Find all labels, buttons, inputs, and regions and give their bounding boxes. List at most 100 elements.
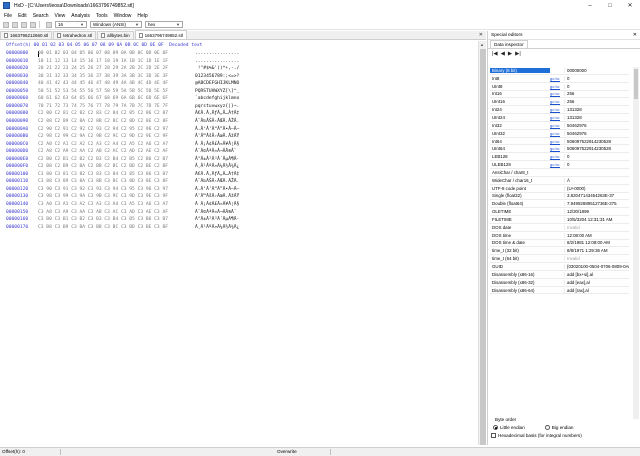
hex-row[interactable]: 00000090 C2 88 C2 89 C2 8A C2 8B C2 8C C2… xyxy=(6,119,239,126)
offset-base-select[interactable]: hex ▼ xyxy=(145,21,183,28)
row-bytes[interactable]: C2 A0 C2 A1 C2 A2 C2 A3 C2 A4 C2 A5 C2 A… xyxy=(38,142,195,149)
row-bytes[interactable]: C2 80 C2 81 C2 82 C2 83 C2 84 C2 85 C2 8… xyxy=(38,111,195,118)
row-bytes[interactable]: C2 90 C2 91 C2 92 C2 93 C2 94 C2 95 C2 9… xyxy=(38,127,195,134)
row-bytes[interactable]: C3 B8 C3 B9 C3 BA C3 BB C3 BC C3 BD C3 B… xyxy=(38,225,195,232)
hex-row[interactable]: 00000130 C3 98 C3 99 C3 9A C3 9B C3 9C C3… xyxy=(6,194,239,201)
hex-row[interactable]: 00000000 00 01 02 03 04 05 06 07 08 09 0A… xyxy=(6,51,239,58)
inspector-value[interactable]: 12:08:00 AM xyxy=(564,232,629,238)
row-decoded-text[interactable]: PQRSTUVWXYZ[\]^_ xyxy=(195,89,239,96)
row-bytes[interactable]: 60 61 62 63 64 65 66 67 68 69 6A 6B 6C 6… xyxy=(38,96,195,103)
tab-document[interactable]: allbytes.bin xyxy=(97,31,134,39)
last-icon[interactable]: ▶| xyxy=(515,51,521,57)
inspector-row[interactable]: Double (float64) 7.94992889512736E-275 xyxy=(490,200,629,209)
row-bytes[interactable]: C2 98 C2 99 C2 9A C2 9B C2 9C C2 9D C2 9… xyxy=(38,134,195,141)
inspector-row[interactable]: GUID {03020100-0504-0706-0809-0A0B0C0D0E0… xyxy=(490,263,629,271)
inspector-row[interactable]: UInt32 go to: 50462976 xyxy=(490,130,629,138)
goto-link[interactable]: go to: xyxy=(550,154,564,159)
row-bytes[interactable]: C3 98 C3 99 C3 9A C3 9B C3 9C C3 9D C3 9… xyxy=(38,194,195,201)
inspector-row[interactable]: UTF-8 code point (U+0000) xyxy=(490,185,629,193)
hex-row[interactable]: 00000030 30 31 32 33 34 35 36 37 38 39 3A… xyxy=(6,74,239,81)
hex-row[interactable]: 000000F0 C2 B8 C2 B9 C2 BA C2 BB C2 BC C2… xyxy=(6,164,239,171)
row-decoded-text[interactable]: Â¸Â¹ÂºÂ»Â¼Â½Â¾Â¿ xyxy=(195,164,239,171)
inspector-value[interactable]: Invalid xyxy=(564,256,629,262)
inspector-scrollbar[interactable] xyxy=(633,67,639,419)
row-bytes[interactable]: C3 A0 C3 A1 C3 A2 C3 A3 C3 A4 C3 A5 C3 A… xyxy=(38,202,195,209)
hex-row[interactable]: 000000B0 C2 98 C2 99 C2 9A C2 9B C2 9C C2… xyxy=(6,134,239,141)
row-decoded-text[interactable]: Ã Ã¡Ã¢Ã£Ã¤Ã¥Ã¦Ã§ xyxy=(195,202,239,209)
close-button[interactable]: ✕ xyxy=(620,0,640,11)
maximize-button[interactable]: □ xyxy=(600,0,620,11)
inspector-value[interactable]: 50462976 xyxy=(564,122,629,128)
goto-link[interactable]: go to: xyxy=(550,131,564,136)
inspector-value[interactable]: 506097522914230528 xyxy=(564,146,629,152)
menu-tools[interactable]: Tools xyxy=(93,13,111,19)
open-file-icon[interactable] xyxy=(12,21,18,28)
menu-analysis[interactable]: Analysis xyxy=(68,13,93,19)
row-decoded-text[interactable]: pqrstuvwxyz{|}~. xyxy=(195,104,239,111)
menu-edit[interactable]: Edit xyxy=(15,13,30,19)
tab-data-inspector[interactable]: Data inspector xyxy=(490,40,528,48)
inspector-row[interactable]: Disassembly (x86-16) add [bx+si],al xyxy=(490,271,629,279)
row-decoded-text[interactable]: ................ xyxy=(195,51,239,58)
hex-row[interactable]: 00000140 C3 A0 C3 A1 C3 A2 C3 A3 C3 A4 C3… xyxy=(6,202,239,209)
row-bytes[interactable]: 70 71 72 73 74 75 76 77 78 79 7A 7B 7C 7… xyxy=(38,104,195,111)
row-bytes[interactable]: 00 01 02 03 04 05 06 07 08 09 0A 0B 0C 0… xyxy=(38,51,195,58)
row-decoded-text[interactable]: Â Â¡Â¢Â£Â¤Â¥Â¦Â§ xyxy=(195,142,239,149)
inspector-value[interactable]: 00000000 xyxy=(564,67,629,73)
close-icon[interactable]: ✕ xyxy=(633,32,637,38)
inspector-value[interactable]: 7.94992889512736E-275 xyxy=(564,201,629,207)
goto-link[interactable]: go to: xyxy=(550,84,564,89)
first-icon[interactable]: |◀ xyxy=(492,51,498,57)
row-decoded-text[interactable]: Â.Â‘Â’Â“Â”Â•Â–Â— xyxy=(195,127,239,134)
menu-view[interactable]: View xyxy=(52,13,69,19)
hex-row[interactable]: 00000040 40 41 42 43 44 45 46 47 48 49 4A… xyxy=(6,81,239,88)
hex-row[interactable]: 000000A0 C2 90 C2 91 C2 92 C2 93 C2 94 C2… xyxy=(6,127,239,134)
row-decoded-text[interactable]: ................ xyxy=(195,59,239,66)
inspector-value[interactable]: Invalid xyxy=(564,224,629,230)
hex-row[interactable]: 00000150 C3 A8 C3 A9 C3 AA C3 AB C3 AC C3… xyxy=(6,210,237,217)
row-bytes[interactable]: 40 41 42 43 44 45 46 47 48 49 4A 4B 4C 4… xyxy=(38,81,195,88)
inspector-row[interactable]: Disassembly (x86-64) add [rax],al xyxy=(490,287,629,295)
inspector-value[interactable]: add [bx+si],al xyxy=(564,271,629,277)
goto-link[interactable]: go to: xyxy=(550,139,564,144)
inspector-value[interactable]: add [eax],al xyxy=(564,279,629,285)
hex-row[interactable]: 00000060 60 61 62 63 64 65 66 67 68 69 6A… xyxy=(6,96,239,103)
row-bytes[interactable]: 50 51 52 53 54 55 56 57 58 59 5A 5B 5C 5… xyxy=(38,89,195,96)
row-bytes[interactable]: 10 11 12 13 14 15 16 17 18 19 1A 1B 1C 1… xyxy=(38,59,195,66)
hex-row[interactable]: 00000170 C3 B8 C3 B9 C3 BA C3 BB C3 BC C3… xyxy=(6,225,239,232)
inspector-row[interactable]: time_t (32 bit) 8/8/1971 1:29:36 AM xyxy=(490,247,629,256)
inspector-row[interactable]: ULEB128 go to: 0 xyxy=(490,161,629,169)
inspector-value[interactable]: 8/2/1981 12:08:00 AM xyxy=(564,240,629,246)
charset-select[interactable]: Windows (ANSI) ▼ xyxy=(90,21,142,28)
hex-row[interactable]: 000000E0 C2 B0 C2 B1 C2 B2 C2 B3 C2 B4 C2… xyxy=(6,157,239,164)
inspector-row[interactable]: UInt64 go to: 506097522914230528 xyxy=(490,145,629,154)
editor-scrollbar[interactable]: ▲ xyxy=(478,41,486,445)
inspector-row[interactable]: Int32 go to: 50462976 xyxy=(490,122,629,130)
hex-row[interactable]: 00000050 50 51 52 53 54 55 56 57 58 59 5A… xyxy=(6,89,239,96)
inspector-row[interactable]: WideChar / char16_t Ā xyxy=(490,177,629,185)
inspector-row[interactable]: DOS time 12:08:00 AM xyxy=(490,232,629,240)
hex-row[interactable]: 00000100 C3 80 C3 81 C3 82 C3 83 C3 84 C3… xyxy=(6,172,239,179)
new-file-icon[interactable] xyxy=(3,21,9,28)
hex-basis-checkbox[interactable]: Hexadecimal basis (for integral numbers) xyxy=(491,433,636,438)
inspector-row[interactable]: Int8 go to: 0 xyxy=(490,75,629,83)
hex-row[interactable]: 00000160 C3 B0 C3 B1 C3 B2 C3 B3 C3 B4 C3… xyxy=(6,217,239,224)
inspector-value[interactable]: 0 xyxy=(564,75,629,81)
scrollbar-thumb[interactable] xyxy=(480,49,486,445)
row-bytes[interactable]: C3 B0 C3 B1 C3 B2 C3 B3 C3 B4 C3 B5 C3 B… xyxy=(38,217,195,224)
inspector-row[interactable]: UInt16 go to: 256 xyxy=(490,98,629,107)
inspector-value[interactable]: add [rax],al xyxy=(564,287,629,293)
bytes-per-row-select[interactable]: 16 ▼ xyxy=(55,21,87,28)
inspector-value[interactable]: 256 xyxy=(564,91,629,97)
next-icon[interactable]: ▶ xyxy=(508,51,512,57)
row-decoded-text[interactable]: Ã€Ã.Ã‚ÃƒÃ„Ã…Ã†Ã‡ xyxy=(195,172,239,179)
row-decoded-text[interactable]: Ã°Ã±Ã²Ã³Ã´ÃµÃ¶Ã· xyxy=(195,217,239,224)
goto-link[interactable]: go to: xyxy=(550,115,564,120)
little-endian-radio[interactable]: Little endian xyxy=(493,425,525,430)
hex-row[interactable]: 00000080 C2 80 C2 81 C2 82 C2 83 C2 84 C2… xyxy=(6,111,239,118)
inspector-value[interactable]: Ā xyxy=(564,177,629,183)
row-decoded-text[interactable]: !"#$%&'()*+,-./ xyxy=(195,66,240,73)
row-bytes[interactable]: C2 88 C2 89 C2 8A C2 8B C2 8C C2 8D C2 8… xyxy=(38,119,195,126)
tab-document-active[interactable]: 1663796749852.stl xyxy=(134,30,187,39)
row-decoded-text[interactable]: Ã¸Ã¹ÃºÃ»Ã¼Ã½Ã¾Ã¿ xyxy=(195,225,239,232)
